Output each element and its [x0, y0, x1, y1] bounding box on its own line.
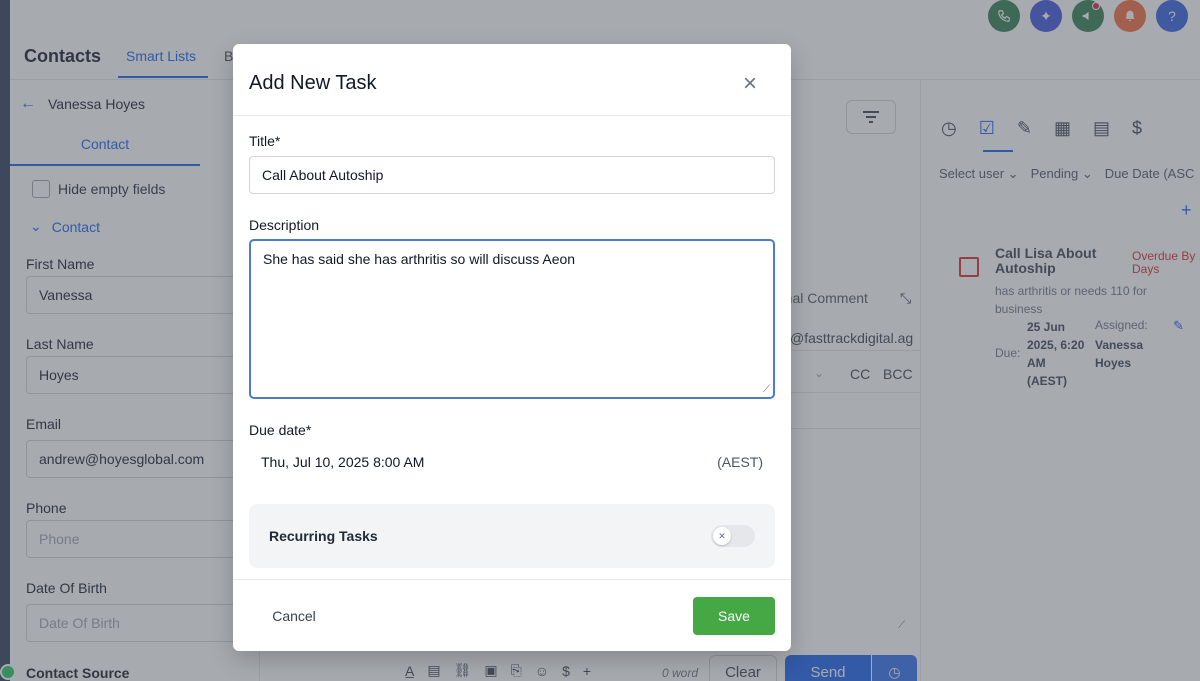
modal-footer: Cancel Save — [233, 579, 791, 651]
description-label: Description — [249, 217, 320, 233]
modal-header: Add New Task × — [233, 44, 791, 116]
add-task-modal: Add New Task × Title* Call About Autoshi… — [233, 44, 791, 651]
save-button[interactable]: Save — [693, 597, 775, 635]
modal-title: Add New Task — [249, 72, 377, 94]
recurring-tasks-row: Recurring Tasks ✕ — [249, 504, 775, 568]
recurring-toggle[interactable]: ✕ — [711, 525, 755, 547]
title-label: Title* — [249, 133, 281, 149]
title-input[interactable]: Call About Autoship — [249, 156, 775, 194]
recurring-tasks-label: Recurring Tasks — [269, 528, 378, 544]
toggle-off-icon: ✕ — [713, 527, 731, 545]
due-date-picker[interactable]: Thu, Jul 10, 2025 8:00 AM (AEST) — [249, 448, 775, 476]
resize-handle-icon[interactable]: ⟋ — [763, 384, 770, 395]
description-text: She has said she has arthritis so will d… — [263, 251, 576, 267]
cancel-button[interactable]: Cancel — [253, 597, 335, 635]
due-date-value: Thu, Jul 10, 2025 8:00 AM — [261, 454, 425, 470]
timezone-label: (AEST) — [717, 454, 763, 470]
due-date-label: Due date* — [249, 422, 312, 438]
close-icon[interactable]: × — [743, 72, 757, 96]
description-textarea[interactable]: She has said she has arthritis so will d… — [249, 239, 775, 399]
